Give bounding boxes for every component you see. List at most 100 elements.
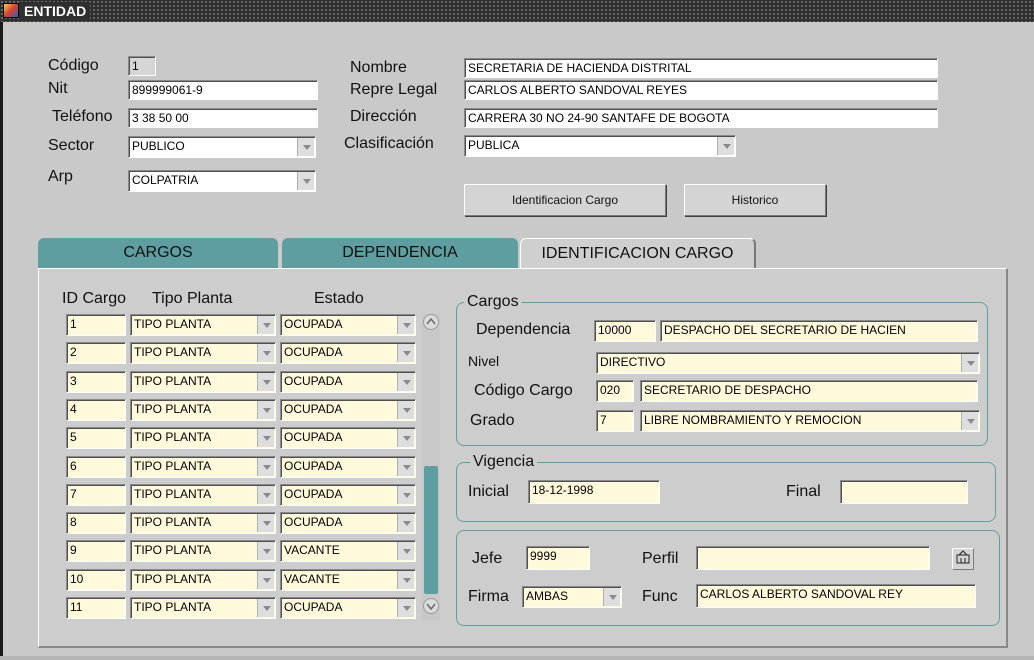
func-field[interactable]: CARLOS ALBERTO SANDOVAL REY <box>696 584 976 608</box>
telefono-field[interactable]: 3 38 50 00 <box>128 108 318 128</box>
identificacion-cargo-button[interactable]: Identificacion Cargo <box>464 184 666 216</box>
chevron-down-icon[interactable] <box>257 599 274 617</box>
table-row[interactable]: 1 TIPO PLANTA OCUPADA <box>66 314 422 338</box>
id-cargo-cell[interactable]: 9 <box>66 540 126 562</box>
id-cargo-cell[interactable]: 4 <box>66 399 126 421</box>
table-row[interactable]: 3 TIPO PLANTA OCUPADA <box>66 371 422 395</box>
chevron-down-icon[interactable] <box>397 571 414 589</box>
tipo-planta-select[interactable]: TIPO PLANTA <box>130 597 276 619</box>
estado-select[interactable]: OCUPADA <box>280 314 416 336</box>
id-cargo-cell[interactable]: 6 <box>66 456 126 478</box>
id-cargo-cell[interactable]: 11 <box>66 597 126 619</box>
chevron-down-icon[interactable] <box>961 354 978 372</box>
estado-select[interactable]: VACANTE <box>280 569 416 591</box>
estado-select[interactable]: VACANTE <box>280 540 416 562</box>
chevron-down-icon[interactable] <box>397 401 414 419</box>
direccion-field[interactable]: CARRERA 30 NO 24-90 SANTAFE DE BOGOTA <box>464 108 938 128</box>
table-row[interactable]: 2 TIPO PLANTA OCUPADA <box>66 342 422 366</box>
tipo-planta-select[interactable]: TIPO PLANTA <box>130 569 276 591</box>
grado-field[interactable]: 7 <box>596 410 634 432</box>
dependencia-code-field[interactable]: 10000 <box>594 320 656 342</box>
nivel-select[interactable]: DIRECTIVO <box>596 352 980 374</box>
chevron-down-icon[interactable] <box>397 514 414 532</box>
inicial-field[interactable]: 18-12-1998 <box>528 480 660 504</box>
chevron-down-icon[interactable] <box>257 542 274 560</box>
tipo-planta-select[interactable]: TIPO PLANTA <box>130 484 276 506</box>
id-cargo-cell[interactable]: 2 <box>66 342 126 364</box>
chevron-down-icon[interactable] <box>397 599 414 617</box>
table-row[interactable]: 11 TIPO PLANTA OCUPADA <box>66 597 422 621</box>
id-cargo-cell[interactable]: 3 <box>66 371 126 393</box>
chevron-down-icon[interactable] <box>961 412 978 430</box>
clasificacion-select[interactable]: PUBLICA <box>464 135 736 157</box>
codigo-field[interactable]: 1 <box>128 56 156 76</box>
perfil-field[interactable] <box>696 546 930 570</box>
tipo-planta-select[interactable]: TIPO PLANTA <box>130 456 276 478</box>
estado-select[interactable]: OCUPADA <box>280 399 416 421</box>
chevron-down-icon[interactable] <box>297 138 314 156</box>
tipo-planta-select[interactable]: TIPO PLANTA <box>130 399 276 421</box>
tipo-planta-select[interactable]: TIPO PLANTA <box>130 314 276 336</box>
chevron-down-icon[interactable] <box>257 316 274 334</box>
estado-select[interactable]: OCUPADA <box>280 597 416 619</box>
chevron-down-icon[interactable] <box>397 344 414 362</box>
chevron-down-icon[interactable] <box>297 172 314 190</box>
id-cargo-cell[interactable]: 1 <box>66 314 126 336</box>
table-row[interactable]: 7 TIPO PLANTA OCUPADA <box>66 484 422 508</box>
tab-cargos[interactable]: CARGOS <box>38 238 278 268</box>
sector-select[interactable]: PUBLICO <box>128 136 316 158</box>
tab-identificacion-cargo[interactable]: IDENTIFICACION CARGO <box>520 238 756 268</box>
chevron-down-icon[interactable] <box>717 137 734 155</box>
chevron-down-icon[interactable] <box>257 571 274 589</box>
table-row[interactable]: 5 TIPO PLANTA OCUPADA <box>66 427 422 451</box>
firma-select[interactable]: AMBAS <box>522 586 622 608</box>
estado-select[interactable]: OCUPADA <box>280 342 416 364</box>
codigo-cargo-name-field[interactable]: SECRETARIO DE DESPACHO <box>640 380 978 402</box>
chevron-down-icon[interactable] <box>257 373 274 391</box>
scroll-up-icon[interactable] <box>423 314 439 330</box>
table-row[interactable]: 4 TIPO PLANTA OCUPADA <box>66 399 422 423</box>
table-row[interactable]: 9 TIPO PLANTA VACANTE <box>66 540 422 564</box>
chevron-down-icon[interactable] <box>257 458 274 476</box>
repre-legal-field[interactable]: CARLOS ALBERTO SANDOVAL REYES <box>464 80 938 100</box>
tipo-planta-select[interactable]: TIPO PLANTA <box>130 512 276 534</box>
chevron-down-icon[interactable] <box>397 373 414 391</box>
arp-select[interactable]: COLPATRIA <box>128 170 316 192</box>
chevron-down-icon[interactable] <box>397 316 414 334</box>
estado-select[interactable]: OCUPADA <box>280 427 416 449</box>
final-field[interactable] <box>840 480 968 504</box>
grado-tipo-select[interactable]: LIBRE NOMBRAMIENTO Y REMOCION <box>640 410 980 432</box>
estado-select[interactable]: OCUPADA <box>280 512 416 534</box>
codigo-cargo-code-field[interactable]: 020 <box>596 380 634 402</box>
id-cargo-cell[interactable]: 5 <box>66 427 126 449</box>
nit-field[interactable]: 899999061-9 <box>128 80 318 100</box>
jefe-field[interactable]: 9999 <box>526 546 590 570</box>
chevron-down-icon[interactable] <box>603 588 620 606</box>
chevron-down-icon[interactable] <box>257 401 274 419</box>
chevron-down-icon[interactable] <box>257 429 274 447</box>
scroll-down-icon[interactable] <box>423 598 439 614</box>
tab-dependencia[interactable]: DEPENDENCIA <box>282 238 518 268</box>
id-cargo-cell[interactable]: 10 <box>66 569 126 591</box>
chevron-down-icon[interactable] <box>257 344 274 362</box>
dependencia-name-field[interactable]: DESPACHO DEL SECRETARIO DE HACIEN <box>660 320 978 342</box>
historico-button[interactable]: Historico <box>684 184 826 216</box>
chevron-down-icon[interactable] <box>397 542 414 560</box>
table-row[interactable]: 10 TIPO PLANTA VACANTE <box>66 569 422 593</box>
id-cargo-cell[interactable]: 8 <box>66 512 126 534</box>
tipo-planta-select[interactable]: TIPO PLANTA <box>130 371 276 393</box>
estado-select[interactable]: OCUPADA <box>280 371 416 393</box>
tipo-planta-select[interactable]: TIPO PLANTA <box>130 540 276 562</box>
chevron-down-icon[interactable] <box>397 458 414 476</box>
tipo-planta-select[interactable]: TIPO PLANTA <box>130 427 276 449</box>
table-row[interactable]: 8 TIPO PLANTA OCUPADA <box>66 512 422 536</box>
nombre-field[interactable]: SECRETARIA DE HACIENDA DISTRITAL <box>464 58 938 78</box>
chevron-down-icon[interactable] <box>257 486 274 504</box>
scrollbar-thumb[interactable] <box>424 466 438 594</box>
chevron-down-icon[interactable] <box>397 429 414 447</box>
table-row[interactable]: 6 TIPO PLANTA OCUPADA <box>66 456 422 480</box>
tipo-planta-select[interactable]: TIPO PLANTA <box>130 342 276 364</box>
list-of-values-icon[interactable] <box>952 548 974 570</box>
estado-select[interactable]: OCUPADA <box>280 456 416 478</box>
id-cargo-cell[interactable]: 7 <box>66 484 126 506</box>
